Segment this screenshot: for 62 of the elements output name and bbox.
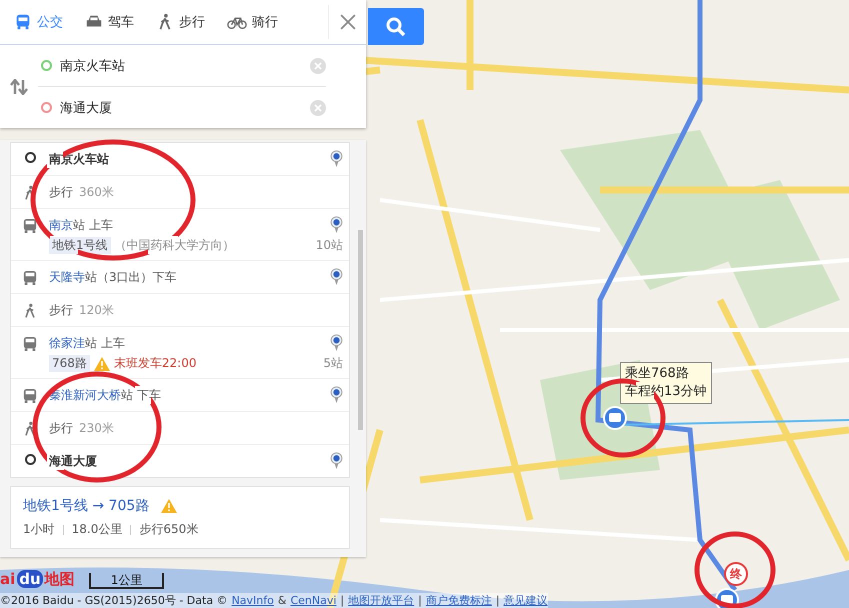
footer-link[interactable]: CenNavi [290, 594, 336, 607]
ampersand-text: & [278, 594, 286, 607]
location-pin-icon[interactable] [330, 452, 343, 470]
mode-tab[interactable]: 公交 [0, 0, 71, 44]
walk-label: 步行 [49, 184, 73, 200]
station-action: 站（3口出）下车 [85, 268, 177, 286]
station-action: 站 上车 [73, 216, 113, 234]
stop-count: 10站 [316, 237, 343, 254]
station-link[interactable]: 南京 [49, 216, 73, 234]
location-pin-icon[interactable] [330, 386, 343, 404]
place-name: 海通大厦 [49, 452, 97, 470]
walk-distance: 360米 [79, 184, 114, 200]
tooltip-text: 车程约13分钟 [625, 383, 707, 401]
bus-icon [23, 388, 37, 404]
bus-stop-icon[interactable] [715, 588, 739, 608]
route-stat: 18.0公里 [72, 521, 122, 538]
warning-icon [94, 356, 110, 370]
start-input[interactable]: 南京火车站 [38, 45, 326, 87]
location-pin-icon[interactable] [330, 334, 343, 352]
destination-input[interactable]: 海通大厦 [38, 87, 326, 128]
end-point-icon [24, 454, 36, 465]
footer-link[interactable]: 地图开放平台 [348, 593, 414, 608]
bus-icon [23, 270, 37, 286]
station-link[interactable]: 徐家洼 [49, 334, 85, 352]
link-separator: | [418, 594, 422, 607]
scrollbar[interactable] [358, 230, 363, 430]
swap-icon[interactable] [10, 78, 28, 94]
station-action: 站 下车 [121, 386, 161, 404]
search-button[interactable] [368, 8, 424, 45]
walk-distance: 120米 [79, 302, 114, 318]
mode-tab[interactable]: 骑行 [213, 0, 286, 44]
map-logo: ai du 地图 [0, 570, 75, 589]
location-pin-icon[interactable] [330, 268, 343, 286]
line-tag[interactable]: 768路 [49, 355, 90, 372]
walk-distance: 230米 [79, 420, 114, 436]
warning-text: 末班发车22:00 [114, 355, 196, 372]
link-separator: | [496, 594, 500, 607]
copyright-text: ©2016 Baidu - GS(2015)2650号 - Data © [0, 593, 228, 608]
start-point-icon [24, 152, 36, 163]
location-pin-icon[interactable] [330, 216, 343, 234]
route-option-link[interactable]: 地铁1号线 → 705路 [23, 497, 150, 515]
walk-label: 步行 [49, 420, 73, 436]
footer-link[interactable]: 商户免费标注 [426, 593, 492, 608]
stop-count: 5站 [323, 355, 343, 372]
bus-icon [23, 336, 37, 352]
station-link[interactable]: 天隆寺 [49, 268, 85, 286]
map-scale: 1公里 [88, 573, 164, 589]
direction-text: （中国药科大学方向） [114, 237, 235, 254]
tooltip-text: 乘坐768路 [625, 365, 690, 383]
bus-icon [23, 218, 37, 234]
route-stat: 步行650米 [139, 521, 198, 538]
location-pin-icon[interactable] [330, 150, 343, 168]
footer-link[interactable]: 意见建议 [504, 593, 548, 608]
search-icon [386, 16, 406, 36]
mode-tab[interactable]: 驾车 [71, 0, 142, 44]
footer-link[interactable]: NavInfo [232, 594, 274, 607]
link-separator: | [340, 594, 344, 607]
bus-icon [14, 13, 32, 31]
walk-label: 步行 [49, 302, 73, 318]
route-stat: 1小时 [23, 521, 55, 538]
station-action: 站 上车 [85, 334, 125, 352]
mode-tab[interactable]: 步行 [142, 0, 213, 44]
